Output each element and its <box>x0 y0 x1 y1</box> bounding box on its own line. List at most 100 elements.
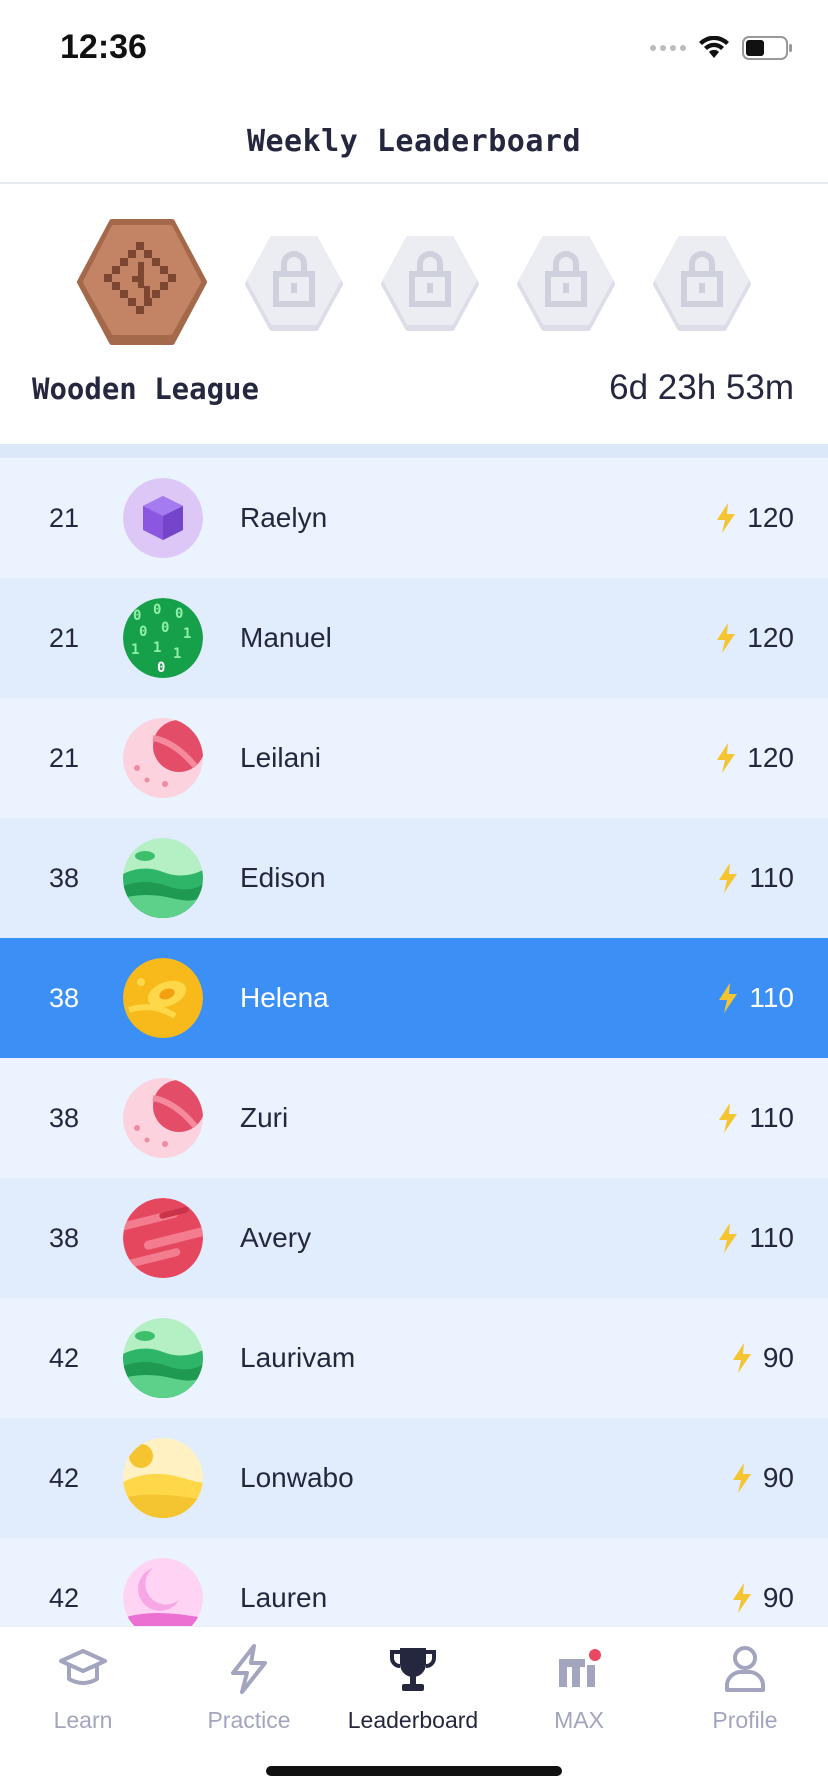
person-icon <box>725 1646 765 1692</box>
leaderboard-row[interactable]: 42 Lauren 90 <box>0 1538 828 1626</box>
player-score: 110 <box>717 982 794 1014</box>
rank-number: 21 <box>48 742 80 773</box>
score-value: 120 <box>747 742 794 773</box>
tab-practice[interactable]: Practice <box>166 1641 332 1734</box>
lightning-icon <box>717 623 736 653</box>
home-indicator[interactable] <box>266 1766 562 1776</box>
leaderboard-row[interactable]: 38 Edison 110 <box>0 818 828 938</box>
score-value: 110 <box>749 982 794 1013</box>
wifi-icon <box>699 36 729 58</box>
rank-number: 38 <box>48 1222 80 1253</box>
green-hills-avatar-icon[interactable] <box>123 1318 203 1398</box>
lightning-icon <box>717 503 736 533</box>
locked-league-badge-icon[interactable] <box>516 236 616 336</box>
svg-text:1: 1 <box>131 642 139 658</box>
wooden-league-badge-icon[interactable] <box>76 216 208 348</box>
league-name: Wooden League <box>32 372 259 406</box>
score-value: 120 <box>747 502 794 533</box>
status-bar: 12:36 <box>0 0 828 100</box>
yellow-planet-avatar-icon[interactable] <box>123 958 203 1038</box>
trophy-icon <box>390 1648 436 1691</box>
leaderboard-row[interactable]: 21 Leilani 120 <box>0 698 828 818</box>
locked-league-badge-icon[interactable] <box>380 236 480 336</box>
player-name: Lauren <box>240 1582 328 1613</box>
tab-profile[interactable]: Profile <box>662 1641 828 1734</box>
lightning-icon <box>732 1583 751 1613</box>
svg-text:1: 1 <box>173 646 181 662</box>
max-logo-icon <box>559 1649 601 1687</box>
green-hills-avatar-icon[interactable] <box>123 838 203 918</box>
score-value: 110 <box>749 862 794 893</box>
tab-label: Practice <box>207 1707 291 1733</box>
lightning-icon <box>231 1644 267 1694</box>
leaderboard-row[interactable]: 42 Lonwabo 90 <box>0 1418 828 1538</box>
rank-number: 38 <box>48 1102 80 1133</box>
player-name: Laurivam <box>240 1342 356 1373</box>
cellular-signal-icon <box>650 45 686 51</box>
leaderboard-row[interactable]: 38 Avery 110 <box>0 1178 828 1298</box>
rank-number: 38 <box>48 862 80 893</box>
leaderboard-list[interactable]: 21 Raelyn 120 21 000 001 111 0 Manuel 12… <box>0 444 828 1626</box>
svg-text:0: 0 <box>139 624 147 640</box>
score-value: 90 <box>762 1462 794 1493</box>
lightning-icon <box>719 983 738 1013</box>
lightning-icon <box>732 1343 751 1373</box>
tab-max[interactable]: MAX <box>496 1641 662 1734</box>
graduation-cap-icon <box>59 1649 107 1685</box>
player-score: 110 <box>717 1222 794 1254</box>
leaderboard-row-current-user[interactable]: 38 Helena 110 <box>0 938 828 1058</box>
score-value: 110 <box>749 1102 794 1133</box>
lightning-icon <box>732 1463 751 1493</box>
rank-number: 38 <box>48 982 80 1013</box>
pink-planet-avatar-icon[interactable] <box>123 718 203 798</box>
rank-number: 42 <box>48 1462 80 1493</box>
header: Weekly Leaderboard <box>0 100 828 184</box>
desert-avatar-icon[interactable] <box>123 1438 203 1518</box>
lightning-icon <box>719 1103 738 1133</box>
red-striped-planet-avatar-icon[interactable] <box>123 1198 203 1278</box>
lightning-icon <box>717 743 736 773</box>
pink-moon-avatar-icon[interactable] <box>123 1558 203 1626</box>
player-score: 120 <box>715 742 794 774</box>
score-value: 110 <box>749 1222 794 1253</box>
list-top-divider <box>0 444 828 458</box>
svg-text:0: 0 <box>161 620 169 636</box>
player-name: Zuri <box>240 1102 289 1133</box>
svg-text:0: 0 <box>157 660 165 676</box>
leaderboard-row[interactable]: 42 Laurivam 90 <box>0 1298 828 1418</box>
league-badges <box>0 216 828 356</box>
player-score: 90 <box>731 1582 794 1614</box>
player-name: Edison <box>240 862 326 893</box>
tab-label: MAX <box>554 1707 604 1733</box>
league-countdown: 6d 23h 53m <box>609 368 794 407</box>
player-score: 90 <box>731 1342 794 1374</box>
player-name: Raelyn <box>240 502 328 533</box>
leaderboard-row[interactable]: 21 000 001 111 0 Manuel 120 <box>0 578 828 698</box>
tab-label: Profile <box>712 1707 778 1733</box>
leaderboard-row[interactable]: 38 Zuri 110 <box>0 1058 828 1178</box>
player-name: Avery <box>240 1222 312 1253</box>
svg-text:1: 1 <box>183 626 191 642</box>
player-name: Lonwabo <box>240 1462 354 1493</box>
rank-number: 42 <box>48 1582 80 1613</box>
player-score: 120 <box>715 622 794 654</box>
player-score: 120 <box>715 502 794 534</box>
tab-learn[interactable]: Learn <box>0 1641 166 1734</box>
status-time: 12:36 <box>60 28 147 66</box>
locked-league-badge-icon[interactable] <box>652 236 752 336</box>
purple-cube-avatar-icon[interactable] <box>123 478 203 558</box>
svg-text:1: 1 <box>153 640 161 656</box>
player-score: 90 <box>731 1462 794 1494</box>
pink-planet-avatar-icon[interactable] <box>123 1078 203 1158</box>
binary-code-avatar-icon[interactable]: 000 001 111 0 <box>123 598 203 678</box>
page-title: Weekly Leaderboard <box>246 123 582 159</box>
svg-text:0: 0 <box>175 606 183 622</box>
tab-leaderboard[interactable]: Leaderboard <box>330 1641 496 1734</box>
status-icons <box>650 36 794 60</box>
leaderboard-row[interactable]: 21 Raelyn 120 <box>0 458 828 578</box>
tab-label: Leaderboard <box>347 1707 479 1733</box>
svg-text:0: 0 <box>133 608 141 624</box>
locked-league-badge-icon[interactable] <box>244 236 344 336</box>
league-section: Wooden League 6d 23h 53m <box>0 186 828 444</box>
rank-number: 21 <box>48 502 80 533</box>
